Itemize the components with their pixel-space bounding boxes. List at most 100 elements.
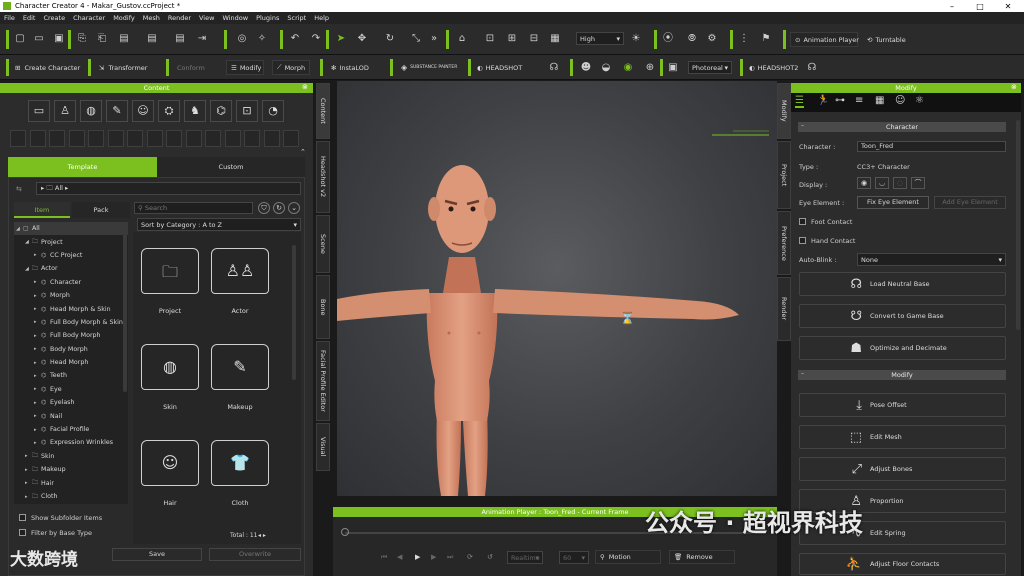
head2-icon[interactable]: ☊ (806, 62, 818, 74)
tree-item[interactable]: ▸ ⌬ Head Morph & Skin (14, 302, 128, 315)
tree-item[interactable]: ▸ ⌬ Eyelash (14, 396, 128, 409)
edit-mesh-button[interactable]: ⬚ Edit Mesh (799, 425, 1006, 449)
material-checker-icon[interactable]: ▦ (875, 95, 884, 106)
content-item-hair[interactable]: ☺ (141, 440, 199, 486)
grid-scrollbar[interactable] (292, 245, 296, 380)
vtab-content[interactable]: Content (316, 83, 330, 139)
load-neutral-base-button[interactable]: ☊ Load Neutral Base (799, 272, 1006, 296)
move-icon[interactable]: ✥ (356, 33, 368, 45)
collapsed-arrow-icon[interactable]: ▸ (34, 427, 41, 433)
collapsed-arrow-icon[interactable]: ▸ (25, 467, 32, 473)
content-item-project[interactable]: 🗀 (141, 248, 199, 294)
rotate-icon[interactable]: ↻ (384, 33, 396, 45)
attribute-icon[interactable]: ≡ (855, 95, 863, 106)
pose-icon[interactable]: 🏃 (817, 95, 829, 106)
panel-close-icon[interactable]: ⊗ (1011, 83, 1017, 91)
overwrite-button[interactable]: Overwrite (209, 548, 301, 561)
menu-script[interactable]: Script (287, 14, 306, 22)
collapsed-arrow-icon[interactable]: ▸ (34, 373, 41, 379)
select-icon[interactable]: ➤ (335, 33, 347, 45)
collapsed-arrow-icon[interactable]: ▸ (34, 346, 41, 352)
vtab-project[interactable]: Project (777, 141, 791, 209)
tree-item[interactable]: ▸ ⌬ Eye (14, 383, 128, 396)
back-icon[interactable]: ⇆ (16, 185, 22, 193)
tree-item[interactable]: ▸ ⌬ Body Morph (14, 343, 128, 356)
chart-category-icon[interactable]: ◔ (262, 100, 284, 122)
collapsed-arrow-icon[interactable]: ▸ (25, 453, 32, 459)
turntable-button[interactable]: ⟲ Turntable (862, 32, 914, 47)
auto-blink-dropdown[interactable]: None (857, 253, 1006, 266)
tree-item[interactable]: ▸ ⌬ Morph (14, 289, 128, 302)
foot-contact-checkbox[interactable] (799, 218, 806, 225)
collapsed-arrow-icon[interactable]: ▸ (34, 306, 41, 312)
modify-scrollbar[interactable] (1016, 120, 1020, 330)
vtab-scene[interactable]: Scene (316, 215, 330, 273)
skin-category-icon[interactable]: ◍ (80, 100, 102, 122)
image-category-icon[interactable]: ⊡ (236, 100, 258, 122)
tree-item[interactable]: ▸ ⌬ Facial Profile (14, 423, 128, 436)
slot-box[interactable] (146, 130, 163, 147)
vtab-render[interactable]: Render (777, 277, 791, 341)
content-item-cloth[interactable]: 👕 (211, 440, 269, 486)
hand-contact-checkbox[interactable] (799, 237, 806, 244)
pan-icon[interactable]: ⊟ (528, 33, 540, 45)
morph-slider-icon[interactable]: ⊶ (835, 95, 845, 106)
collapse-section-icon[interactable]: – (801, 122, 804, 129)
vtab-modify[interactable]: Modify (777, 83, 791, 139)
loop-icon[interactable]: ⟳ (467, 553, 473, 561)
expanded-arrow-icon[interactable]: ◢ (16, 226, 23, 232)
content-item-skin[interactable]: ◍ (141, 344, 199, 390)
minimize-button[interactable]: – (938, 0, 966, 12)
collapsed-arrow-icon[interactable]: ▸ (34, 400, 41, 406)
rewind-icon[interactable]: ↺ (487, 553, 493, 561)
display-mesh-icon[interactable]: ◡ (875, 177, 889, 189)
add-eye-element-button[interactable]: Add Eye Element (934, 196, 1006, 209)
view-layout-icon[interactable]: ▦ (549, 33, 561, 45)
menu-file[interactable]: File (4, 14, 15, 22)
fix-eye-element-button[interactable]: Fix Eye Element (857, 196, 929, 209)
slot-box[interactable] (244, 130, 260, 147)
collapsed-arrow-icon[interactable]: ▸ (34, 319, 41, 325)
tree-item[interactable]: ▸ ⌬ Full Body Morph (14, 329, 128, 342)
go-start-icon[interactable]: ⏮ (381, 553, 387, 562)
slot-box[interactable] (185, 130, 202, 147)
slot-box[interactable] (166, 130, 182, 147)
remove-button[interactable]: 🗑 Remove (669, 550, 735, 564)
slot-box[interactable] (263, 130, 280, 147)
display-eye-icon[interactable]: ◉ (857, 177, 871, 189)
slot-box[interactable] (10, 130, 26, 147)
export-obj-icon[interactable]: ▤ (146, 33, 158, 45)
collapsed-arrow-icon[interactable]: ▸ (34, 333, 41, 339)
panel-close-icon[interactable]: ⊗ (302, 83, 308, 91)
tree-item[interactable]: ◢ 🗀 Project (14, 235, 128, 248)
tree-item[interactable]: ▸ ⌬ CC Project (14, 249, 128, 262)
lighting-icon[interactable]: ☀ (630, 33, 642, 45)
tree-item[interactable]: ▸ ⌬ Nail (14, 409, 128, 422)
save-button[interactable]: Save (112, 548, 202, 561)
tree-item[interactable]: ▸ 🗀 Skin (14, 450, 128, 463)
tree-item[interactable]: ▸ 🗀 Hair (14, 476, 128, 489)
tab-custom[interactable]: Custom (157, 157, 305, 177)
tree-item[interactable]: ◢ 🗀 Actor (14, 262, 128, 275)
tree-item[interactable]: ▸ 🗀 Makeup (14, 463, 128, 476)
category-tree[interactable]: ◢ ▢ All ◢ 🗀 Project ▸ ⌬ CC Project ◢ 🗀 Actor ▸ ⌬ Chara… (14, 222, 128, 504)
export-icon[interactable]: ⎗ (96, 33, 108, 45)
vtab-preference[interactable]: Preference (777, 211, 791, 275)
adjust-bones-button[interactable]: ⤢ Adjust Bones (799, 457, 1006, 481)
expanded-arrow-icon[interactable]: ◢ (25, 239, 32, 245)
maximize-button[interactable]: □ (966, 0, 994, 12)
tree-item[interactable]: ▸ ⌬ Full Body Morph & Skin (14, 316, 128, 329)
filter-icon[interactable]: ⛉ (258, 202, 270, 214)
chevron-down-icon[interactable]: ⌄ (288, 202, 300, 214)
slot-box[interactable] (49, 130, 65, 147)
head-icon[interactable]: ☊ (548, 62, 560, 74)
display-bone-icon[interactable]: ⌒ (911, 177, 925, 189)
transformer-button[interactable]: ⇲ Transformer (94, 60, 152, 75)
mesh-tool-icon[interactable]: ◒ (600, 62, 612, 74)
bone-gizmo-icon[interactable]: ⦾ (686, 33, 698, 45)
menu-edit[interactable]: Edit (23, 14, 36, 22)
head-profile-icon[interactable]: ☺ (895, 95, 905, 106)
3d-viewport[interactable]: ⌛ (337, 81, 777, 496)
collapsed-arrow-icon[interactable]: ▸ (34, 440, 41, 446)
show-subfolder-checkbox[interactable] (19, 514, 26, 521)
